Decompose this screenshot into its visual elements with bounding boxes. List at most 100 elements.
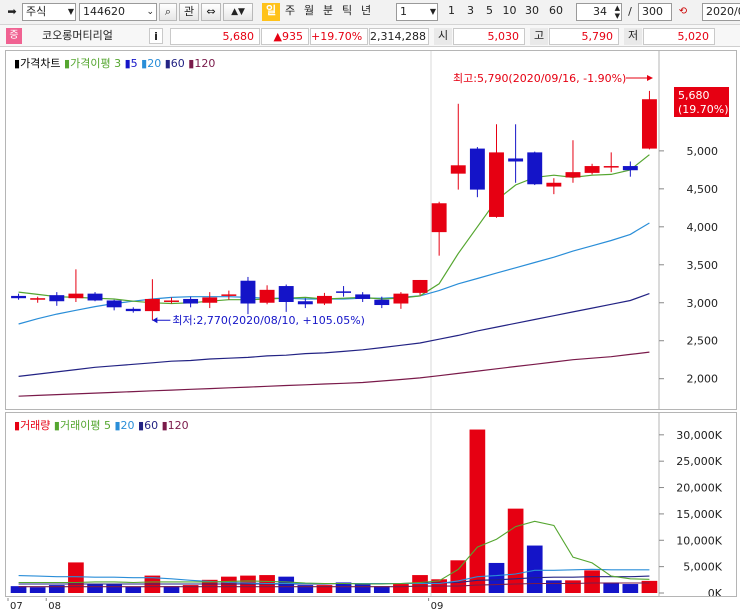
display-count-value: 34 [593,5,607,18]
candle [565,140,581,183]
watchlist-label: 관 [183,5,195,18]
count-button-5[interactable]: 5 [481,3,498,21]
high-label: 고 [530,28,548,45]
compare-icon: ⇔ [206,5,216,18]
candle [546,178,562,195]
dropdown-arrow-icon: ▼ [67,7,74,16]
volume-bar [68,562,84,593]
candle [316,292,332,306]
count-button-3[interactable]: 3 [462,3,479,21]
refresh-icon[interactable]: ⟲ [674,3,692,21]
candle [469,147,485,198]
info-icon[interactable]: i [149,28,163,44]
count-button-10[interactable]: 10 [500,3,519,21]
market-value: 주식 [26,5,47,18]
volume-bar [450,560,467,593]
volume-tick-label: 25,000K [676,455,722,468]
count-separator: / [628,5,632,18]
candle-body [259,289,275,303]
market-select[interactable]: 주식 ▼ [22,3,76,21]
volume-bar [584,570,600,593]
legend-vma120: 120 [168,419,189,432]
volume-bar [87,584,103,593]
count-button-1[interactable]: 1 [443,3,460,21]
volume-bar [393,584,409,593]
volume-tick-label: 30,000K [676,429,722,442]
candle-body [546,182,562,187]
candle [393,292,409,309]
period-tab-3[interactable]: 분 [319,3,337,21]
watchlist-button[interactable]: 관 [179,3,199,21]
volume-bar [106,583,122,593]
period-tab-0[interactable]: 일 [262,3,280,21]
volume-chart: 0K 5,000K 10,000K 15,000K 20,000K 25,000K 30,0… [10,413,723,596]
step-arrows[interactable]: ▲▼ [223,3,253,21]
date-input[interactable]: 2020/09/16 [702,3,740,21]
price-chart: 2,000 2,500 3,000 3,500 4,000 4,500 5,000 ▮가격차트… [11,51,729,409]
candle-body [221,294,237,296]
candle [603,152,619,173]
stock-code-input[interactable]: 144620 ⌄ [79,3,157,21]
volume-tick-label: 0K [708,587,723,596]
period-tab-4[interactable]: 틱 [338,3,356,21]
price-tick-label: 2,500 [687,335,719,348]
volume-chart-panel[interactable]: 0K 5,000K 10,000K 15,000K 20,000K 25,000K 30,0… [5,412,737,597]
candle [259,285,275,305]
candle-body [450,165,466,174]
ma120-line [18,351,650,397]
volume-bar [507,508,524,593]
high-arrow-head [647,75,653,81]
candle [622,161,638,177]
count-button-30[interactable]: 30 [521,3,543,21]
candle-body [49,295,65,302]
period-tab-2[interactable]: 월 [300,3,318,21]
candle-body [164,300,179,302]
price-tick-label: 4,500 [687,183,719,196]
candle-body [278,286,294,302]
legend-ma3: 가격이평 3 [70,57,124,70]
search-button[interactable]: ⌕ [159,3,177,21]
price-tick-label: 5,000 [687,145,719,158]
candle-body [469,148,485,190]
total-count-input[interactable]: 300 [638,3,672,21]
candle [412,279,428,296]
interval-value: 1 [400,5,407,18]
candle-body [355,294,371,299]
candle-body [489,152,504,217]
candle [431,201,447,256]
price-chart-panel[interactable]: 2,000 2,500 3,000 3,500 4,000 4,500 5,000 ▮가격차트… [5,50,737,410]
volume-bar [546,580,562,593]
period-tab-1[interactable]: 주 [281,3,299,21]
stock-name[interactable]: 코오롱머티리얼 [42,28,113,44]
open-label: 시 [434,28,452,45]
candle-body [316,295,332,304]
dropdown-arrow-icon: ▼ [429,7,436,16]
volume-bar [622,584,639,593]
candle [450,103,466,190]
current-price: 5,680 [170,28,260,45]
candle [278,284,294,312]
candle-body [412,279,428,293]
legend-ma20: 20 [147,57,165,70]
price-tick-label: 2,000 [687,373,719,386]
candle [297,298,313,309]
candle [125,307,141,313]
legend-ma5: 5 [131,57,142,70]
period-tab-5[interactable]: 년 [357,3,375,21]
compare-button[interactable]: ⇔ [201,3,221,21]
candle [527,151,543,186]
interval-select[interactable]: 1 ▼ [396,3,438,21]
legend-title: 거래량 [20,419,54,432]
count-button-60[interactable]: 60 [545,3,567,21]
total-count-value: 300 [642,5,663,18]
candle-body [431,203,447,233]
ma5-line [18,154,650,305]
candle [144,279,160,321]
market-badge: 증 [6,28,22,44]
open-price: 5,030 [453,28,525,45]
display-count-input[interactable]: 34 ▲ ▼ [576,3,622,21]
volume-bar [278,576,295,593]
link-icon[interactable]: ➡ [4,3,20,21]
stepper-icon: ▲▼ [231,7,245,17]
legend-ma120: 120 [194,57,215,70]
